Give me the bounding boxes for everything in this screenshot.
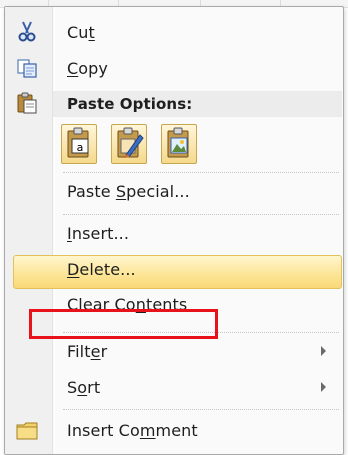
highlight-annotation-box — [29, 309, 218, 339]
menu-item-label: Delete... — [67, 259, 136, 279]
comment-icon — [15, 418, 39, 442]
paste-formatting-button[interactable] — [111, 124, 147, 164]
paste-clipboard-icon — [15, 91, 39, 115]
copy-icon — [15, 56, 39, 80]
menu-item-label: Insert... — [67, 223, 130, 243]
menu-item-delete[interactable]: Delete... — [7, 251, 342, 287]
menu-item-label: Insert Comment — [67, 420, 198, 440]
paste-picture-icon — [167, 127, 189, 158]
paste-formatting-icon — [117, 127, 144, 158]
paste-values-button[interactable]: a — [61, 124, 97, 164]
menu-item-label: Paste Special... — [67, 181, 190, 201]
menu-item-insert[interactable]: Insert... — [7, 215, 342, 251]
menu-item-label: Paste Options: — [67, 95, 193, 113]
submenu-arrow-icon — [321, 382, 326, 392]
menu-item-insert-comment[interactable]: Insert Comment — [7, 411, 342, 449]
submenu-arrow-icon — [321, 346, 326, 356]
menu-item-label: Filter — [67, 341, 108, 361]
menu-item-sort[interactable]: Sort — [7, 369, 342, 405]
menu-separator — [63, 409, 339, 410]
menu-item-paste-special[interactable]: Paste Special... — [7, 173, 342, 209]
menu-item-label: Copy — [67, 58, 108, 78]
menu-item-label: Cut — [67, 22, 95, 42]
svg-text:a: a — [77, 141, 84, 154]
paste-picture-button[interactable] — [161, 124, 197, 164]
paste-values-icon: a — [67, 127, 89, 158]
menu-item-cut[interactable]: Cut — [7, 17, 342, 47]
menu-item-label: Sort — [67, 377, 101, 397]
paste-options-header: Paste Options: — [7, 89, 342, 119]
menu-item-copy[interactable]: Copy — [7, 53, 342, 83]
context-menu: Cut Copy Paste Options: a Paste Special.… — [4, 6, 344, 455]
scissors-icon — [15, 20, 39, 44]
